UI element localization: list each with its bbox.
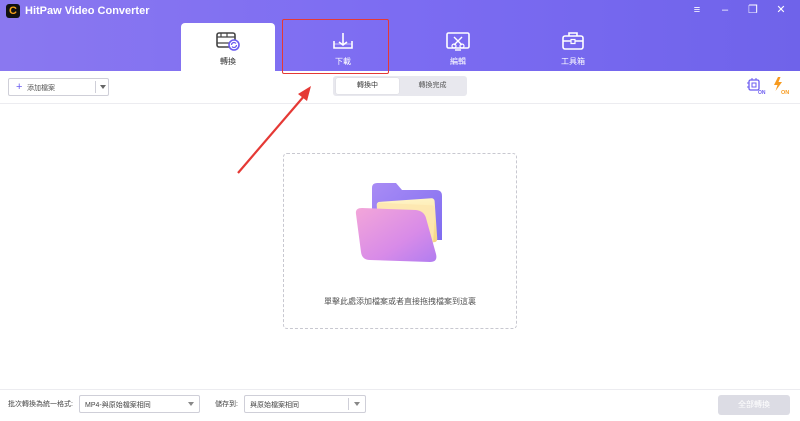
download-tray-icon [333,33,353,49]
toolbox-icon [562,32,584,50]
folder-icon [355,183,442,262]
save-location-select[interactable]: 與原始檔案相同 [244,395,366,413]
minimize-icon[interactable]: – [716,2,734,18]
tab-toolbox-label: 工具箱 [561,57,585,66]
convert-all-button[interactable]: 全部轉換 [718,395,790,415]
save-location-value: 與原始檔案相同 [250,402,299,409]
edit-scissors-icon [446,32,470,51]
plus-icon: + [16,81,23,93]
segment-converting[interactable]: 轉換中 [336,78,399,94]
format-label: 批次轉換為統一格式: [8,401,73,408]
boost-badge: ON [781,90,789,95]
menu-icon[interactable]: ≡ [688,2,706,18]
save-select-divider [348,398,349,410]
drop-zone[interactable]: 單擊此處添加檔案或者直接拖拽檔案到這裏 [283,153,517,329]
output-format-value: MP4-與原始檔案相同 [85,402,151,409]
tab-convert[interactable]: 轉換 [181,23,275,71]
title-bar: C HitPaw Video Converter ≡ – ❐ ✕ 轉換 下載 編… [0,0,800,71]
chevron-down-icon [188,402,194,406]
drop-zone-hint: 單擊此處添加檔案或者直接拖拽檔案到這裏 [324,297,476,306]
bottom-divider [0,389,800,390]
hw-accel-badge: ON [758,90,766,95]
save-to-label: 儲存到: [215,401,238,408]
tab-edit-label: 編輯 [450,57,466,66]
tab-edit[interactable]: 編輯 [411,23,505,71]
chevron-down-icon[interactable] [354,402,360,406]
add-button-divider [95,81,96,93]
app-title: HitPaw Video Converter [25,5,150,17]
segment-converted[interactable]: 轉換完成 [401,78,464,94]
tab-convert-label: 轉換 [220,57,236,66]
tab-download-label: 下載 [335,57,351,66]
lightning-boost-icon[interactable]: ON [772,77,792,95]
add-file-label: 添加檔案 [27,85,55,92]
tab-toolbox[interactable]: 工具箱 [526,23,620,71]
add-file-button[interactable]: + 添加檔案 [8,78,109,96]
close-icon[interactable]: ✕ [772,2,790,18]
restore-icon[interactable]: ❐ [744,2,762,18]
output-format-select[interactable]: MP4-與原始檔案相同 [79,395,200,413]
toolbar-divider [0,103,800,104]
film-convert-icon [216,32,240,51]
chevron-down-icon[interactable] [100,85,106,89]
tab-download[interactable]: 下載 [296,23,390,71]
convert-status-toggle: 轉換中 轉換完成 [333,76,467,96]
hardware-acceleration-icon[interactable]: ON [746,77,766,95]
app-logo-icon: C [6,4,20,18]
